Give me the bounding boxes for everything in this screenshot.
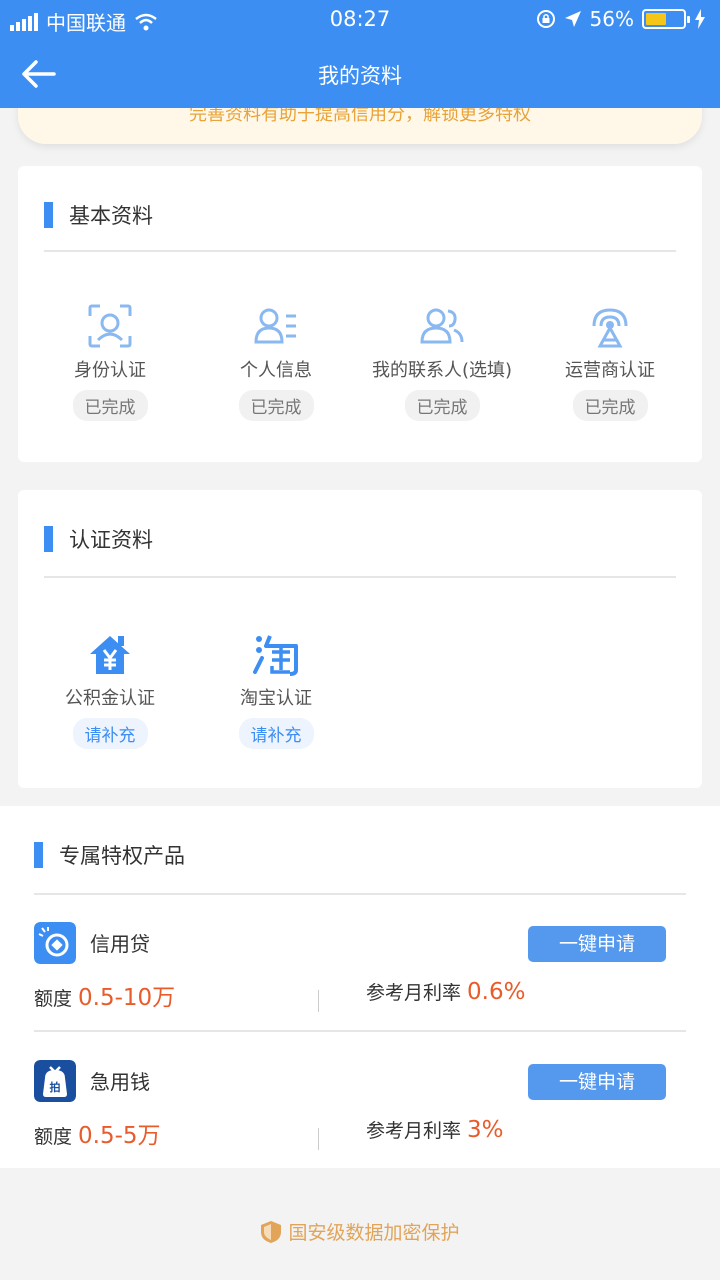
vertical-divider: [318, 990, 319, 1012]
face-scan-icon: [88, 304, 132, 348]
rate: 参考月利率 3%: [366, 1116, 504, 1143]
certification-header: 认证资料: [44, 524, 153, 554]
status-right: 56%: [536, 7, 706, 31]
status-badge: 请补充: [72, 718, 148, 749]
taobao-icon: [253, 635, 298, 676]
apply-button[interactable]: 一键申请: [528, 1064, 666, 1100]
amount: 额度 0.5-5万: [34, 1116, 161, 1150]
svg-text:拍: 拍: [50, 1080, 61, 1094]
product-name: 信用贷: [90, 932, 150, 956]
status-bar: 中国联通 08:27 56%: [0, 0, 720, 40]
battery-icon: [642, 9, 690, 29]
page-title: 我的资料: [318, 64, 402, 88]
certification-title: 认证资料: [69, 528, 153, 552]
status-badge: 已完成: [238, 390, 314, 421]
basic-info-header: 基本资料: [44, 200, 153, 230]
product-terms: 额度 0.5-5万 参考月利率 3%: [34, 1116, 686, 1156]
rate-label: 参考月利率: [366, 982, 462, 1004]
tile-identity-label: 身份认证: [74, 360, 146, 381]
section-accent-bar: [44, 202, 53, 228]
person-info-icon: [254, 308, 296, 344]
location-icon: [564, 11, 581, 27]
tile-taobao-label: 淘宝认证: [240, 688, 312, 709]
battery-percent: 56%: [589, 7, 634, 31]
status-badge: 已完成: [572, 390, 648, 421]
shield-icon: [261, 1220, 282, 1243]
basic-info-card: 基本资料 身份认证 已完成 个人信息 已完成 我的联系人(选填) 已完成 运营商…: [18, 166, 702, 462]
nav-bar: 我的资料: [0, 40, 720, 108]
rate-value: 0.6%: [467, 979, 526, 1005]
tile-taobao[interactable]: 淘宝认证 请补充: [192, 630, 360, 749]
tile-housing-fund-label: 公积金认证: [65, 688, 155, 709]
charging-icon: [695, 9, 705, 29]
certification-card: 认证资料 公积金认证 请补充 淘宝认证 请补充: [18, 490, 702, 788]
section-accent-bar: [34, 842, 43, 868]
amount-label: 额度: [34, 1126, 73, 1148]
status-badge: 已完成: [72, 390, 148, 421]
product-name: 急用钱: [90, 1070, 150, 1094]
products-header: 专属特权产品: [34, 840, 185, 870]
tile-contacts-label: 我的联系人(选填): [371, 360, 513, 381]
tile-carrier-label: 运营商认证: [565, 360, 655, 381]
rate-value: 3%: [467, 1117, 504, 1143]
rotation-lock-icon: [536, 10, 555, 28]
status-badge: 已完成: [404, 390, 480, 421]
house-yuan-icon: [90, 636, 130, 674]
security-note-text: 国安级数据加密保护: [288, 1222, 460, 1244]
amount-value: 0.5-5万: [78, 1123, 161, 1149]
status-badge: 请补充: [238, 718, 314, 749]
divider: [44, 576, 676, 578]
tile-carrier[interactable]: 运营商认证 已完成: [526, 302, 694, 421]
tile-personal-info-label: 个人信息: [240, 360, 312, 381]
divider: [44, 250, 676, 252]
divider: [34, 1030, 686, 1032]
product-emergency-cash: 拍 急用钱 一键申请 额度 0.5-5万 参考月利率 3%: [34, 1060, 686, 1160]
battery-fill: [646, 13, 667, 25]
emergency-cash-logo-icon: 拍: [34, 1060, 76, 1102]
section-accent-bar: [44, 526, 53, 552]
credit-loan-logo-icon: [34, 922, 76, 964]
signal-tower-icon: [592, 308, 628, 348]
amount: 额度 0.5-10万: [34, 978, 175, 1012]
amount-value: 0.5-10万: [78, 985, 176, 1011]
vertical-divider: [318, 1128, 319, 1150]
product-credit-loan: 信用贷 一键申请 额度 0.5-10万 参考月利率 0.6%: [34, 922, 686, 1022]
footer: 国安级数据加密保护: [0, 1168, 720, 1280]
products-section: 专属特权产品 信用贷 一键申请 额度 0.5-10万 参考月利率 0.6% 拍 …: [0, 806, 720, 1168]
contacts-icon: [420, 308, 464, 344]
products-title: 专属特权产品: [59, 844, 185, 868]
rate-label: 参考月利率: [366, 1120, 462, 1142]
security-note: 国安级数据加密保护: [0, 1218, 720, 1245]
divider: [34, 893, 686, 895]
rate: 参考月利率 0.6%: [366, 978, 525, 1005]
tile-identity[interactable]: 身份认证 已完成: [26, 302, 194, 421]
amount-label: 额度: [34, 988, 73, 1010]
apply-button[interactable]: 一键申请: [528, 926, 666, 962]
basic-info-title: 基本资料: [69, 204, 153, 228]
tile-contacts[interactable]: 我的联系人(选填) 已完成: [358, 302, 526, 421]
tile-housing-fund[interactable]: 公积金认证 请补充: [26, 630, 194, 749]
product-terms: 额度 0.5-10万 参考月利率 0.6%: [34, 978, 686, 1018]
tile-personal-info[interactable]: 个人信息 已完成: [192, 302, 360, 421]
